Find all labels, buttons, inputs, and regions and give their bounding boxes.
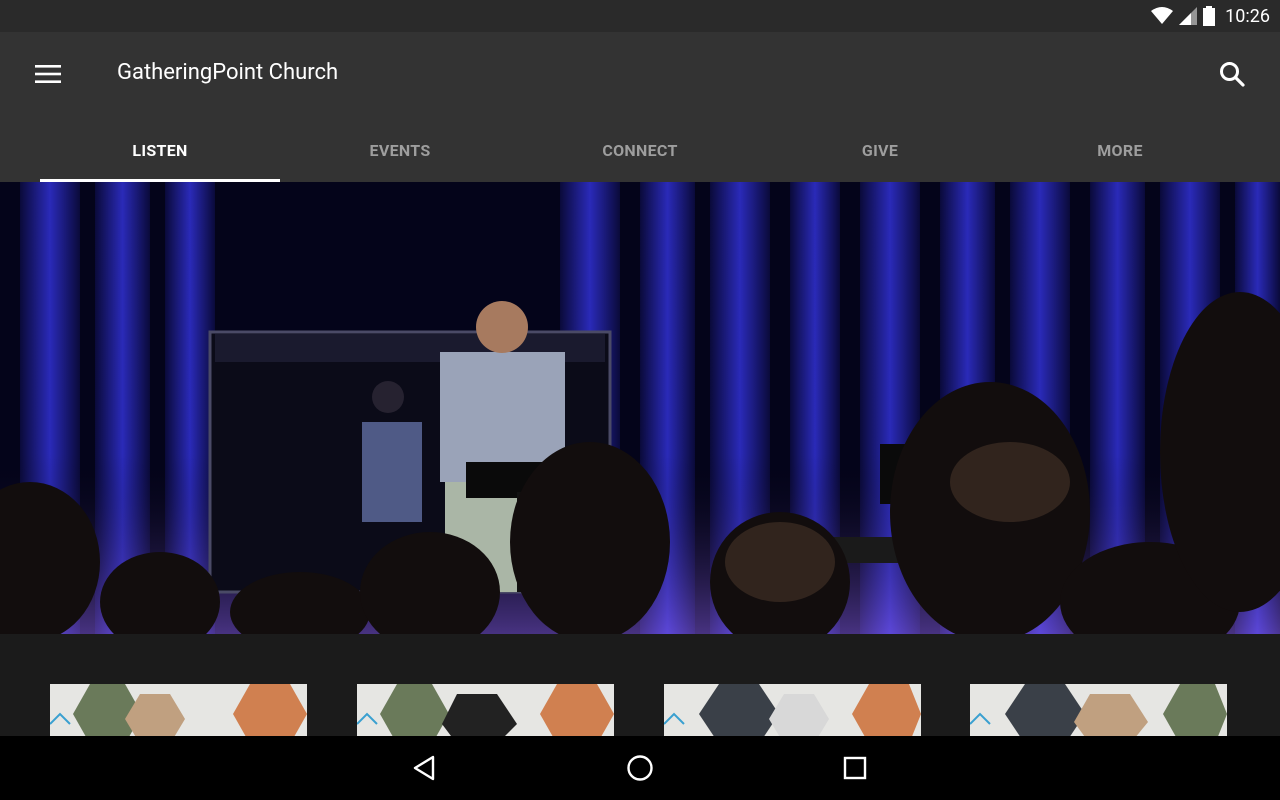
tab-connect[interactable]: CONNECT: [520, 118, 760, 182]
hero-sermon-image[interactable]: [0, 182, 1280, 634]
home-button[interactable]: [608, 744, 672, 792]
search-icon: [1220, 62, 1245, 87]
sermon-thumbnail-3[interactable]: [664, 684, 921, 736]
sermon-photo-icon: [0, 182, 1280, 634]
tab-give[interactable]: GIVE: [760, 118, 1000, 182]
sermon-series-thumbnail-icon: [50, 684, 307, 736]
tab-bar: LISTEN EVENTS CONNECT GIVE MORE: [0, 118, 1280, 182]
status-bar: 10:26: [0, 0, 1280, 32]
sermon-thumbnail-1[interactable]: [50, 684, 307, 736]
hamburger-icon: [35, 65, 61, 83]
wifi-icon: [1151, 7, 1174, 25]
battery-icon: [1203, 6, 1216, 26]
tab-events[interactable]: EVENTS: [280, 118, 520, 182]
recents-square-icon: [843, 756, 867, 780]
sermon-thumbnail-4[interactable]: [970, 684, 1227, 736]
search-button[interactable]: [1208, 50, 1256, 98]
status-time: 10:26: [1225, 5, 1270, 27]
back-triangle-icon: [413, 755, 435, 781]
menu-button[interactable]: [24, 50, 72, 98]
app-bar: GatheringPoint Church: [0, 32, 1280, 118]
home-circle-icon: [627, 755, 653, 781]
cell-signal-icon: [1179, 7, 1198, 25]
sermon-series-thumbnail-icon: [664, 684, 921, 736]
sermon-list: [0, 634, 1280, 736]
app-title: GatheringPoint Church: [117, 60, 339, 85]
tab-listen[interactable]: LISTEN: [40, 118, 280, 182]
back-button[interactable]: [392, 744, 456, 792]
sermon-series-thumbnail-icon: [357, 684, 614, 736]
sermon-thumbnail-2[interactable]: [357, 684, 614, 736]
tab-more[interactable]: MORE: [1000, 118, 1240, 182]
system-nav-bar: [0, 736, 1280, 800]
recents-button[interactable]: [823, 744, 887, 792]
sermon-series-thumbnail-icon: [970, 684, 1227, 736]
